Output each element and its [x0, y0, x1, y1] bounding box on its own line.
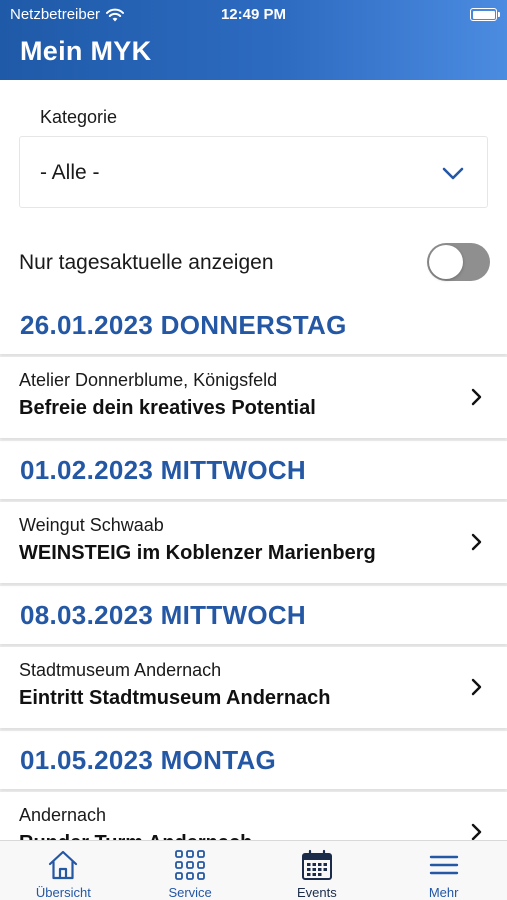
date-label: 01.05.2023 MONTAG [20, 744, 277, 775]
tab-bar: Übersicht Service Events Mehr [0, 840, 507, 900]
tab-label: Events [297, 885, 337, 900]
date-label: 01.02.2023 MITTWOCH [20, 454, 307, 485]
today-only-toggle[interactable] [427, 243, 490, 281]
event-item[interactable]: Atelier Donnerblume, Königsfeld Befreie … [0, 357, 507, 438]
calendar-icon [301, 849, 332, 880]
tab-more[interactable]: Mehr [380, 841, 507, 900]
tab-events[interactable]: Events [254, 841, 381, 900]
chevron-right-icon [471, 823, 482, 840]
tab-label: Mehr [428, 885, 459, 900]
today-only-label: Nur tagesaktuelle anzeigen [19, 251, 274, 274]
event-item[interactable]: Stadtmuseum Andernach Eintritt Stadtmuse… [0, 647, 507, 728]
category-label: Kategorie [40, 107, 118, 127]
event-item[interactable]: Andernach Runder Turm Andernach [0, 792, 507, 840]
tab-service[interactable]: Service [127, 841, 254, 900]
menu-icon [429, 855, 458, 875]
toggle-knob [429, 245, 463, 279]
grid-icon [175, 850, 206, 880]
page-title: Mein MYK [20, 36, 152, 66]
event-title: WEINSTEIG im Koblenzer Marienberg [19, 542, 376, 564]
event-list: 26.01.2023 DONNERSTAG Atelier Donnerblum… [0, 296, 507, 840]
status-time: 12:49 PM [220, 6, 287, 23]
app-header: Netzbetreiber 12:49 PM Mein MYK [0, 0, 507, 80]
chevron-down-icon [442, 167, 464, 180]
date-header: 08.03.2023 MITTWOCH [0, 586, 507, 644]
date-label: 08.03.2023 MITTWOCH [20, 599, 307, 630]
event-location: Andernach [19, 805, 107, 825]
event-title: Befreie dein kreatives Potential [19, 397, 316, 419]
category-selected-value: - Alle - [40, 161, 100, 184]
event-item[interactable]: Weingut Schwaab WEINSTEIG im Koblenzer M… [0, 502, 507, 583]
event-title: Eintritt Stadtmuseum Andernach [19, 687, 331, 709]
tab-label: Service [168, 885, 212, 900]
home-icon [49, 850, 78, 880]
date-header: 26.01.2023 DONNERSTAG [0, 296, 507, 354]
date-header: 01.05.2023 MONTAG [0, 731, 507, 789]
date-header: 01.02.2023 MITTWOCH [0, 441, 507, 499]
event-location: Stadtmuseum Andernach [19, 660, 222, 680]
chevron-right-icon [471, 533, 482, 551]
status-bar: Netzbetreiber 12:49 PM [0, 0, 507, 28]
event-location: Atelier Donnerblume, Königsfeld [19, 370, 278, 390]
event-title: Runder Turm Andernach [19, 832, 252, 840]
chevron-right-icon [471, 678, 482, 696]
category-select[interactable]: - Alle - [19, 136, 488, 208]
tab-label: Übersicht [35, 885, 91, 900]
tab-overview[interactable]: Übersicht [0, 841, 127, 900]
chevron-right-icon [471, 388, 482, 406]
date-label: 26.01.2023 DONNERSTAG [20, 309, 347, 340]
battery-icon [470, 6, 500, 21]
event-location: Weingut Schwaab [19, 515, 164, 535]
